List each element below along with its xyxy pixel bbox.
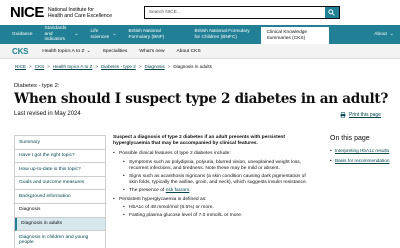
side-menu-right-topic[interactable]: Have I got the right topic? — [15, 150, 105, 164]
sub-list-text: The presence of — [129, 188, 166, 194]
breadcrumb-separator: > — [47, 63, 50, 69]
side-menu-up-to-date[interactable]: How up-to-date is this topic? — [15, 163, 105, 177]
breadcrumb-link[interactable]: NICE — [15, 64, 26, 69]
nice-logo[interactable]: NICE National Institute for Health and C… — [10, 4, 118, 21]
page-title: When should I suspect type 2 diabetes in… — [14, 91, 389, 107]
breadcrumb-separator: > — [138, 63, 142, 69]
nav-label: About — [374, 31, 387, 37]
nav-label: British National Formulary for Children … — [194, 29, 250, 40]
chevron-down-icon: ⌄ — [112, 30, 117, 37]
breadcrumb-link[interactable]: Diabetes - type 2 — [101, 64, 136, 69]
list-item: Persistent hyperglycaemia is defined as:… — [113, 197, 313, 220]
last-revised: Last revised in May 2024 — [14, 111, 81, 117]
side-menu-diagnosis-adults[interactable]: Diagnosis in adults — [15, 217, 105, 232]
site-search: Search NICE... — [143, 6, 340, 19]
breadcrumb-link[interactable]: Diagnosis — [145, 64, 165, 69]
cks-link-whats-new[interactable]: What's new — [133, 49, 170, 54]
on-this-page: On this page Interpreting HbA1c results … — [330, 135, 392, 168]
breadcrumb: NICE > CKS > Health topics A to Z > Diabete… — [0, 61, 400, 71]
side-menu-summary[interactable]: Summary — [15, 136, 105, 150]
list-item: Possible clinical features of type 2 dia… — [113, 151, 313, 194]
list-item: Basis for recommendation — [330, 158, 392, 164]
sub-list-item: Fasting plasma glucose level of 7.0 mmol… — [123, 213, 313, 219]
nav-cks[interactable]: Clinical Knowledge Summaries (CKS) — [260, 27, 329, 44]
main-content: Suspect a diagnosis of type 2 diabetes i… — [113, 135, 313, 221]
cks-logo-text: CKS — [12, 46, 29, 56]
search-icon — [328, 9, 335, 16]
nav-label: Life sciences — [90, 29, 110, 40]
breadcrumb-current: Diagnosis in adults — [173, 63, 212, 69]
print-page-label: Print this page — [349, 112, 381, 118]
chevron-down-icon: ⌄ — [86, 48, 91, 54]
nav-label: Guidance — [12, 31, 33, 37]
side-menu-background[interactable]: Background information — [15, 190, 105, 204]
breadcrumb-link[interactable]: Health topics A to Z — [53, 64, 93, 69]
on-this-page-title: On this page — [330, 135, 370, 142]
cks-link-health-topics[interactable]: Health topics A to Z ⌄ — [36, 48, 96, 54]
search-button[interactable] — [324, 7, 339, 18]
breadcrumb-link[interactable]: CKS — [35, 64, 44, 69]
sub-list: HbA1c of 48 mmol/mol (6.5%) or more. Fas… — [123, 205, 313, 220]
sub-list-item: Symptoms such as polydipsia, polyuria, b… — [123, 160, 313, 172]
cks-link-label: What's new — [139, 48, 165, 54]
cks-link-label: About CKS — [176, 48, 201, 54]
cks-link-label: Specialities — [102, 48, 128, 54]
printer-icon — [340, 112, 346, 118]
cks-link-about[interactable]: About CKS — [171, 49, 207, 54]
on-this-page-list: Interpreting HbA1c results Basis for rec… — [330, 148, 392, 164]
clinical-features-list: Possible clinical features of type 2 dia… — [113, 151, 313, 219]
site-header: NICE National Institute for Health and C… — [0, 0, 400, 25]
list-item: Interpreting HbA1c results — [330, 148, 392, 154]
risk-factors-link[interactable]: risk factors — [166, 188, 190, 193]
nav-standards-indicators[interactable]: Standards and indicators ⌄ — [39, 25, 85, 44]
nav-life-sciences[interactable]: Life sciences ⌄ — [85, 25, 123, 44]
breadcrumb-separator: > — [167, 63, 171, 69]
side-menu-diagnosis-children[interactable]: Diagnosis in children and young people — [15, 231, 105, 248]
cks-logo[interactable]: CKS — [12, 46, 29, 56]
search-input[interactable]: Search NICE... — [145, 7, 325, 18]
cks-link-specialities[interactable]: Specialities — [97, 49, 134, 54]
print-page-link[interactable]: Print this page — [340, 112, 381, 118]
breadcrumb-separator: > — [28, 63, 32, 69]
nav-bnf[interactable]: British National Formulary (BNF) — [123, 25, 189, 44]
sub-list-text: . — [189, 188, 191, 194]
cks-navigation: CKS Health topics A to Z ⌄ Specialities W… — [0, 44, 400, 59]
nav-about[interactable]: About ⌄ — [368, 25, 400, 44]
on-this-page-link[interactable]: Basis for recommendation — [335, 158, 389, 163]
cks-link-label: Health topics A to Z — [42, 48, 85, 54]
on-this-page-link[interactable]: Interpreting HbA1c results — [335, 148, 389, 153]
nav-label: British National Formulary (BNF) — [128, 29, 165, 40]
sub-list-item: The presence of risk factors. — [123, 188, 313, 194]
sub-list-item: Signs such as acanthosis nigricans (a sk… — [123, 174, 313, 186]
nav-label: Clinical Knowledge Summaries (CKS) — [266, 30, 308, 41]
nav-label: Standards and indicators — [44, 26, 67, 43]
lead-paragraph: Suspect a diagnosis of type 2 diabetes i… — [113, 135, 286, 147]
nav-bnfc[interactable]: British National Formulary for Children … — [189, 25, 261, 44]
sub-list-item: HbA1c of 48 mmol/mol (6.5%) or more. — [123, 205, 313, 211]
breadcrumb-separator: > — [95, 63, 99, 69]
logo-subtitle: National Institute for Health and Care E… — [48, 7, 118, 19]
chevron-down-icon: ⌄ — [389, 30, 394, 37]
side-menu-diagnosis[interactable]: Diagnosis — [15, 204, 105, 218]
logo-subtitle-line2: Health and Care Excellence — [47, 12, 113, 19]
chevron-down-icon: ⌄ — [74, 30, 79, 37]
logo-wordmark: NICE — [10, 4, 44, 21]
topic-kicker: Diabetes - type 2: — [14, 83, 60, 89]
side-menu-goals[interactable]: Goals and outcome measures — [15, 177, 105, 191]
topic-side-menu: Summary Have I got the right topic? How … — [14, 135, 106, 248]
main-navigation: Guidance Standards and indicators ⌄ Life … — [0, 25, 400, 44]
list-item-text: Possible clinical features of type 2 dia… — [119, 151, 231, 157]
list-item-text: Persistent hyperglycaemia is defined as: — [119, 196, 207, 202]
sub-list: Symptoms such as polydipsia, polyuria, b… — [123, 160, 313, 195]
nav-guidance[interactable]: Guidance — [6, 25, 39, 44]
